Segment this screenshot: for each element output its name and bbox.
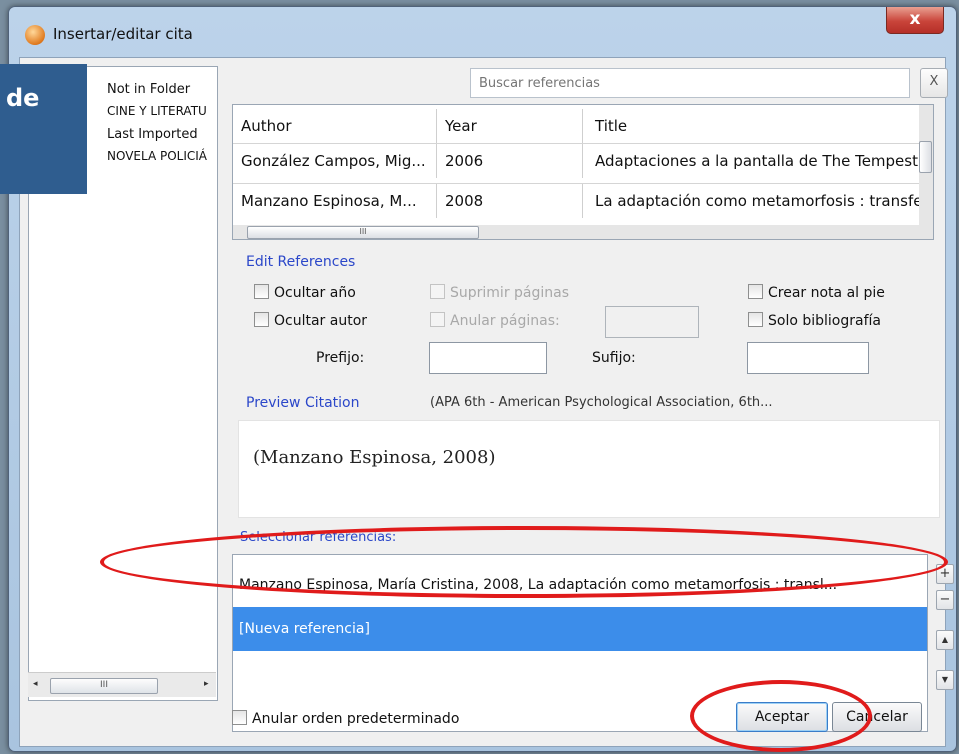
window-title: Insertar/editar cita [53,25,193,43]
bibliography-only-label: Solo bibliografía [768,313,881,329]
suffix-label: Sufijo: [592,350,636,366]
column-header-author[interactable]: Author [233,109,437,143]
remove-reference-button[interactable]: − [936,590,954,610]
annotation-ellipse-reference [100,526,948,598]
table-horizontal-scrollbar[interactable]: III [233,225,933,239]
override-pages-field [605,306,699,338]
dialog-window: Insertar/editar cita x Not in Folder CIN… [8,6,957,752]
scroll-thumb[interactable]: III [50,678,158,694]
create-footnote-label: Crear nota al pie [768,285,885,301]
background-slide-overlay: de [0,64,87,194]
table-row[interactable]: González Campos, Mig... 2006 Adaptacione… [233,143,933,178]
cell-year: 2006 [437,144,583,178]
bibliography-only-checkbox[interactable]: Solo bibliografía [748,312,881,329]
cell-author: González Campos, Mig... [233,144,437,178]
cell-author: Manzano Espinosa, M... [233,184,437,218]
dialog-client-area: Not in Folder CINE Y LITERATU Last Impor… [19,57,954,747]
list-item-selected[interactable]: [Nueva referencia] [233,607,927,651]
edit-references-label: Edit References [246,254,356,270]
table-header: Author Year Title [233,109,933,143]
close-button[interactable]: x [886,7,944,34]
citation-preview-text: (Manzano Espinosa, 2008) [253,447,496,468]
column-header-year[interactable]: Year [437,109,583,143]
table-vertical-scrollbar[interactable] [919,105,933,225]
annotation-ellipse-accept [690,680,872,752]
hide-author-label: Ocultar autor [274,313,368,329]
citation-preview-box: (Manzano Espinosa, 2008) [238,420,940,518]
table-row[interactable]: Manzano Espinosa, M... 2008 La adaptació… [233,183,933,218]
move-up-button[interactable]: ▲ [936,630,954,650]
clear-search-button[interactable]: X [920,68,948,98]
search-input[interactable] [470,68,910,98]
override-pages-checkbox: Anular páginas: [430,312,560,329]
cell-title: La adaptación como metamorfosis : transf… [595,192,929,210]
citation-style-name: (APA 6th - American Psychological Associ… [430,395,773,410]
override-default-order-label: Anular orden predeterminado [252,711,460,727]
checkbox-icon[interactable] [748,312,763,327]
checkbox-icon[interactable] [254,284,269,299]
app-icon [25,25,45,45]
scroll-right-icon[interactable]: ▸ [204,679,209,689]
folder-horizontal-scrollbar[interactable]: ◂ III ▸ [28,672,216,697]
override-default-order-checkbox[interactable]: Anular orden predeterminado [232,710,459,727]
title-bar: Insertar/editar cita x [9,7,956,55]
hide-author-checkbox[interactable]: Ocultar autor [254,312,367,329]
suffix-field[interactable] [747,342,869,374]
checkbox-icon [430,284,445,299]
folder-item-cine[interactable]: CINE Y LITERATU [107,104,207,118]
cell-title: Adaptaciones a la pantalla de The Tempes… [595,152,931,170]
folder-item-last-imported[interactable]: Last Imported [107,127,198,142]
references-table: Author Year Title González Campos, Mig..… [232,104,934,240]
suppress-pages-checkbox: Suprimir páginas [430,284,569,301]
overlay-text: de [6,84,40,112]
cell-year: 2008 [437,184,583,218]
preview-citation-label: Preview Citation [246,395,360,411]
create-footnote-checkbox[interactable]: Crear nota al pie [748,284,885,301]
folder-item-novela[interactable]: NOVELA POLICIÁ [107,149,207,163]
prefix-field[interactable] [429,342,547,374]
column-header-title[interactable]: Title [583,109,931,143]
folder-item-not-in-folder[interactable]: Not in Folder [107,82,190,97]
hide-year-checkbox[interactable]: Ocultar año [254,284,356,301]
prefix-label: Prefijo: [316,350,365,366]
checkbox-icon [430,312,445,327]
checkbox-icon[interactable] [748,284,763,299]
suppress-pages-label: Suprimir páginas [450,285,570,301]
checkbox-icon[interactable] [232,710,247,725]
override-pages-label: Anular páginas: [450,313,560,329]
table-vscroll-thumb[interactable] [919,141,932,173]
move-down-button[interactable]: ▼ [936,670,954,690]
hide-year-label: Ocultar año [274,285,356,301]
checkbox-icon[interactable] [254,312,269,327]
table-scroll-thumb[interactable]: III [247,226,479,239]
scroll-left-icon[interactable]: ◂ [33,679,38,689]
